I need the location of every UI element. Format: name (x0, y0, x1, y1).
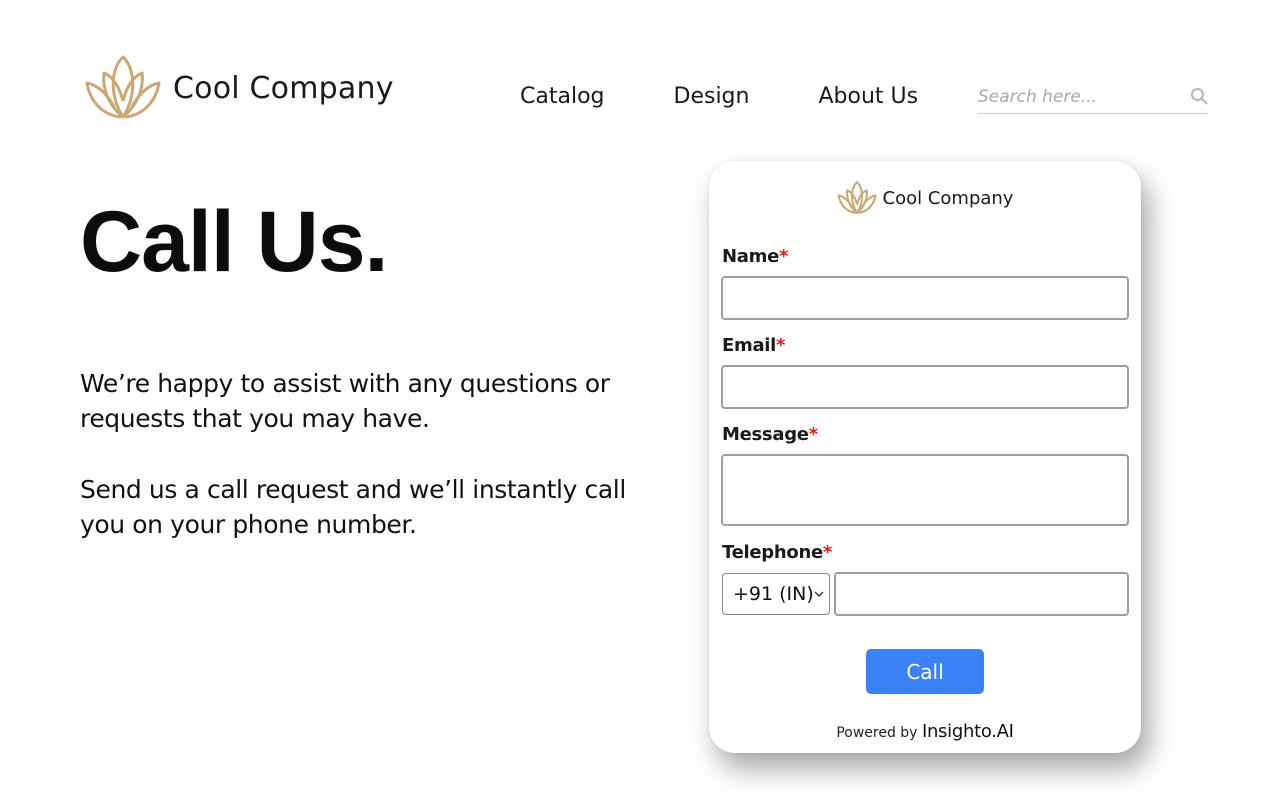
call-request-widget: Cool Company Name* Email* Message* Telep… (709, 161, 1141, 753)
name-input[interactable] (723, 278, 1127, 318)
powered-by-brand-link[interactable]: Insighto.AI (922, 721, 1014, 742)
brand-name: Cool Company (173, 70, 394, 106)
page-title: Call Us. (80, 194, 388, 290)
powered-by: Powered by Insighto.AI (709, 721, 1141, 742)
message-label-text: Message (722, 424, 809, 445)
search-icon[interactable] (1190, 87, 1208, 105)
main-nav: Catalog Design About Us (520, 84, 918, 109)
name-field (721, 276, 1129, 320)
widget-brand-name: Cool Company (882, 187, 1014, 209)
email-label-text: Email (722, 335, 777, 356)
call-button[interactable]: Call (866, 649, 984, 694)
hero-description: We’re happy to assist with any questions… (80, 366, 640, 578)
name-label: Name* (722, 246, 788, 267)
required-mark: * (808, 424, 818, 445)
message-field (721, 454, 1129, 526)
email-label: Email* (722, 335, 785, 356)
required-mark: * (822, 542, 832, 563)
nav-item-design[interactable]: Design (674, 84, 750, 109)
email-input[interactable] (723, 367, 1127, 407)
chevron-down-icon (814, 591, 824, 597)
lotus-logo-icon (85, 55, 161, 119)
name-label-text: Name (722, 246, 779, 267)
required-mark: * (778, 246, 789, 267)
search-input[interactable] (978, 81, 1178, 112)
nav-item-catalog[interactable]: Catalog (520, 84, 605, 109)
telephone-input[interactable] (836, 574, 1127, 614)
telephone-label-text: Telephone (722, 542, 823, 563)
telephone-label: Telephone* (722, 542, 832, 563)
required-mark: * (776, 335, 786, 356)
nav-item-about-us[interactable]: About Us (818, 84, 918, 109)
email-field (721, 365, 1129, 409)
hero-paragraph-1: We’re happy to assist with any questions… (80, 369, 610, 433)
message-textarea[interactable] (723, 456, 1127, 524)
telephone-field (834, 572, 1129, 616)
search-bar (978, 80, 1208, 114)
country-code-value: +91 (IN) (733, 583, 814, 605)
hero-paragraph-2: Send us a call request and we’ll instant… (80, 475, 626, 539)
site-logo[interactable]: Cool Company (84, 55, 394, 121)
lotus-logo-icon (837, 181, 877, 214)
country-code-select[interactable]: +91 (IN) (722, 573, 830, 615)
widget-header: Cool Company (709, 181, 1141, 215)
powered-by-prefix: Powered by (836, 725, 918, 741)
message-label: Message* (722, 424, 818, 445)
